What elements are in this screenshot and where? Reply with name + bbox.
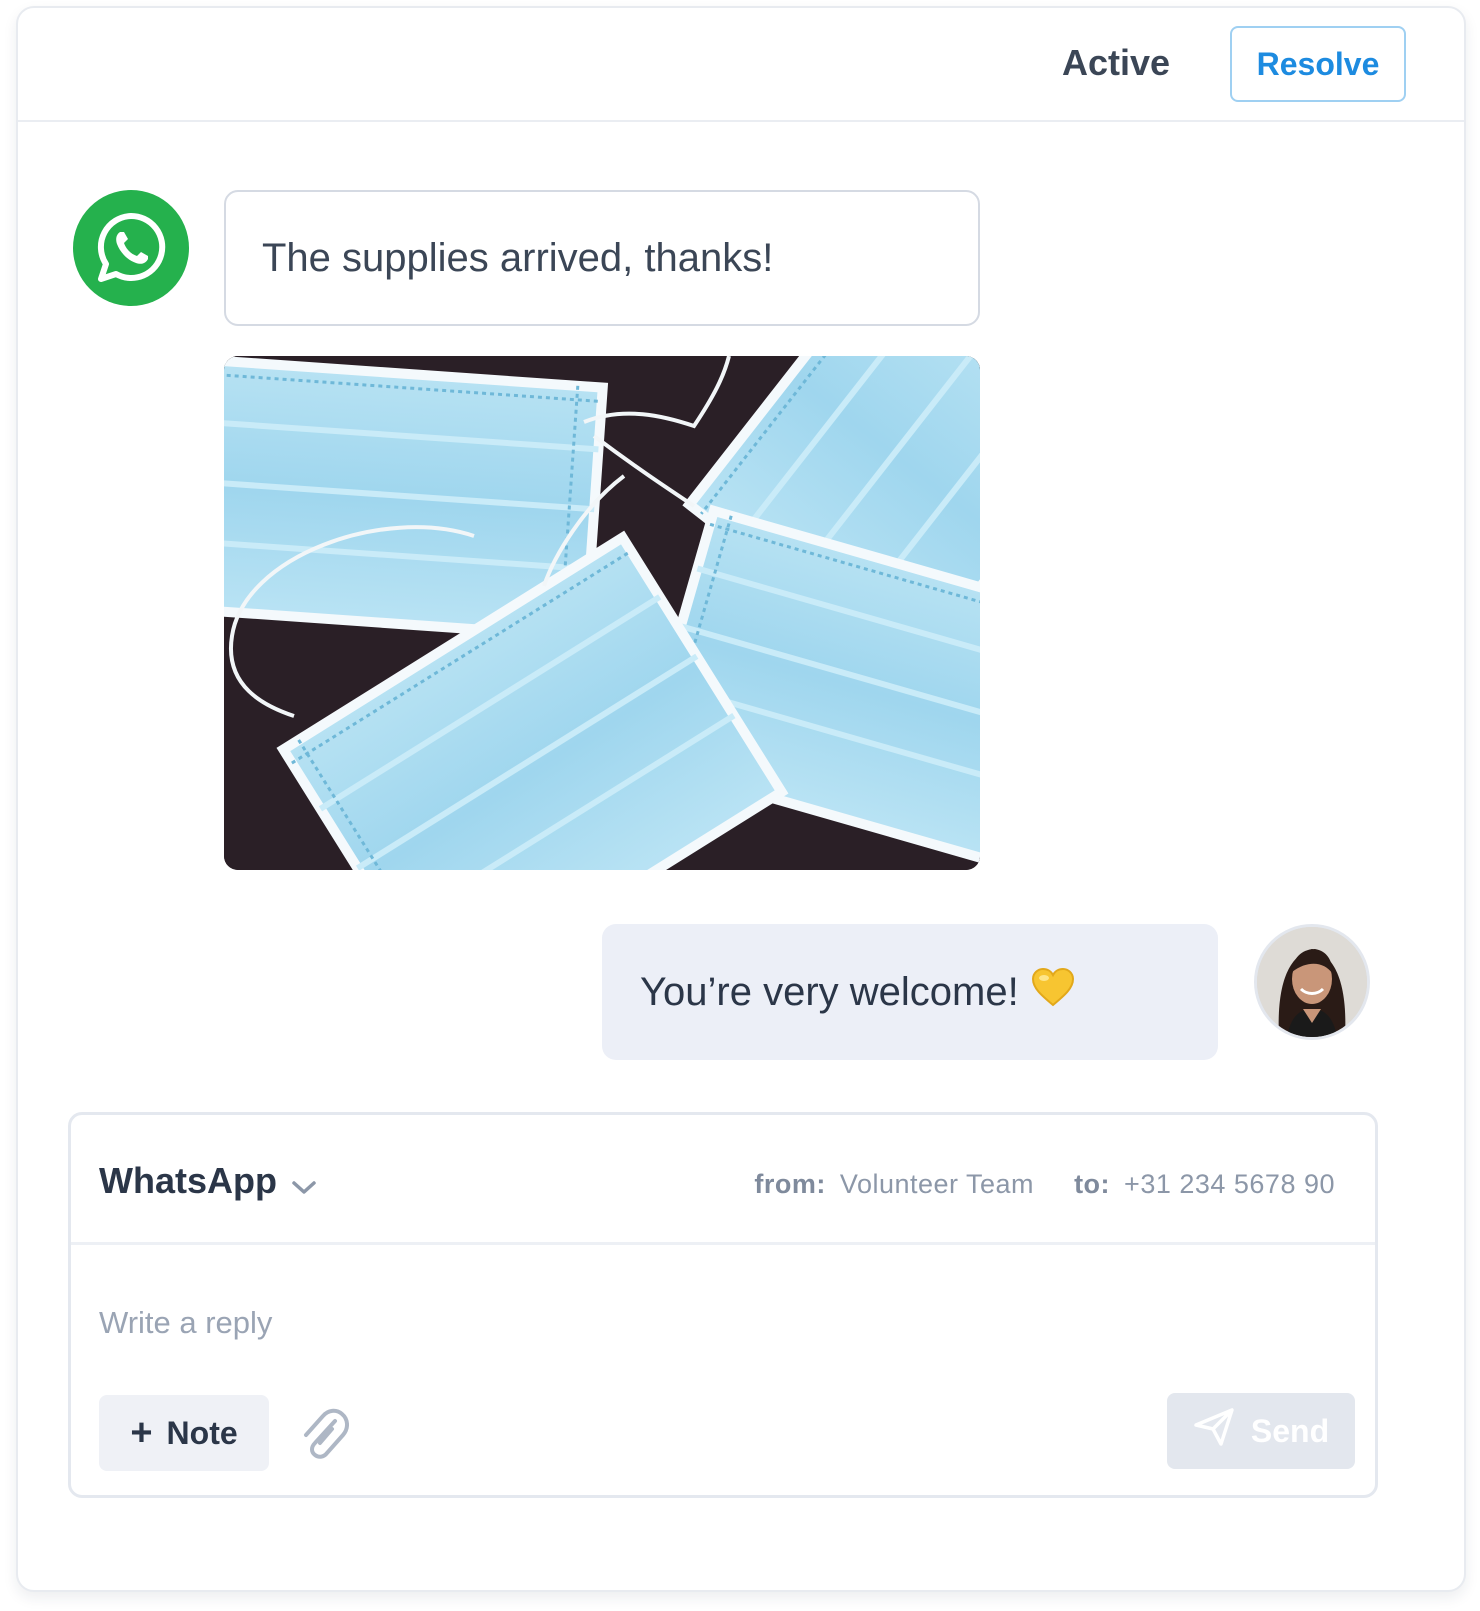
paperclip-icon[interactable] <box>299 1407 349 1466</box>
whatsapp-icon <box>73 190 189 306</box>
agent-avatar <box>1254 924 1370 1040</box>
conversation-header: Active Resolve <box>18 8 1464 122</box>
status-label: Active <box>1062 42 1171 83</box>
to-label: to: <box>1074 1169 1111 1199</box>
composer-header: WhatsApp from: Volunteer Team to: +31 23… <box>71 1115 1375 1245</box>
note-label: Note <box>166 1414 238 1451</box>
reply-input[interactable]: Write a reply <box>99 1305 272 1341</box>
resolve-button[interactable]: Resolve <box>1230 26 1406 102</box>
channel-selector[interactable]: WhatsApp <box>99 1157 317 1205</box>
yellow-heart-icon <box>1031 967 1075 1017</box>
add-note-button[interactable]: + Note <box>99 1395 269 1471</box>
channel-label: WhatsApp <box>99 1160 277 1201</box>
sender-recipient-info: from: Volunteer Team to: +31 234 5678 90 <box>754 1169 1335 1200</box>
send-label: Send <box>1250 1412 1330 1449</box>
incoming-message-text: The supplies arrived, thanks! <box>262 235 774 280</box>
send-icon <box>1193 1407 1235 1455</box>
outgoing-message: You’re very welcome! <box>602 924 1218 1060</box>
send-button[interactable]: Send <box>1167 1393 1355 1469</box>
reply-composer: WhatsApp from: Volunteer Team to: +31 23… <box>68 1112 1378 1498</box>
conversation-panel: Active Resolve The supplies arrived, tha… <box>16 6 1466 1592</box>
from-label: from: <box>754 1169 826 1199</box>
outgoing-message-text: You’re very welcome! <box>640 969 1019 1014</box>
incoming-message: The supplies arrived, thanks! <box>224 190 980 326</box>
from-value: Volunteer Team <box>839 1169 1035 1199</box>
to-value: +31 234 5678 90 <box>1124 1169 1335 1199</box>
plus-icon: + <box>130 1411 153 1454</box>
face-masks-photo[interactable] <box>224 356 980 870</box>
chevron-down-icon <box>291 1163 317 1205</box>
